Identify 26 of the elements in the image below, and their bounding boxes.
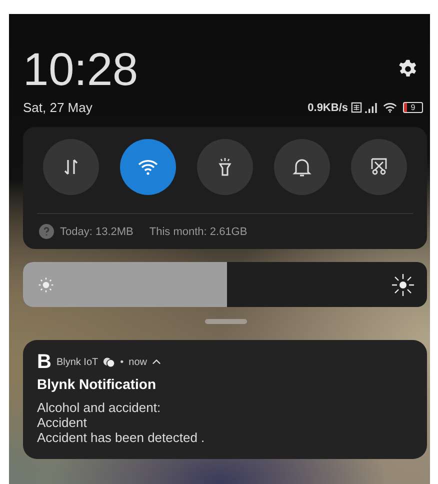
notification-text: Alcohol and accident: [37,400,162,415]
notification-text: Accident has been detected . [37,430,206,445]
brightness-slider[interactable] [23,262,427,307]
signal-icon [365,102,377,112]
sim-card-icon [351,102,362,113]
chat-bubble-icon [103,356,116,368]
notification-time: now [128,356,148,368]
caret-icon[interactable] [152,359,162,365]
app-name: Blynk IoT [56,356,98,368]
separator-dot: • [120,356,124,368]
settings-icon[interactable] [398,59,418,79]
help-icon[interactable] [39,224,54,239]
clock-time: 10:28 [23,42,138,96]
date-label: Sat, 27 May [23,100,92,115]
data-usage-month: This month: 2.61GB [149,226,248,238]
battery-level: 9 [403,102,423,113]
drag-handle[interactable] [204,319,246,324]
notification-card[interactable]: B Blynk IoT • now Blynk Notification Alcohol and accident: Accident Accident has been detected . [23,340,427,459]
notification-text: Accident [37,415,88,430]
network-speed: 0.9KB/s [308,102,348,114]
notification-title: Blynk Notification [37,376,158,392]
sun-icon [37,276,55,294]
wifi-icon [383,102,397,113]
data-usage-today: Today: 13.2MB [60,226,134,238]
sun-icon [391,272,415,296]
app-logo: B [37,352,52,372]
